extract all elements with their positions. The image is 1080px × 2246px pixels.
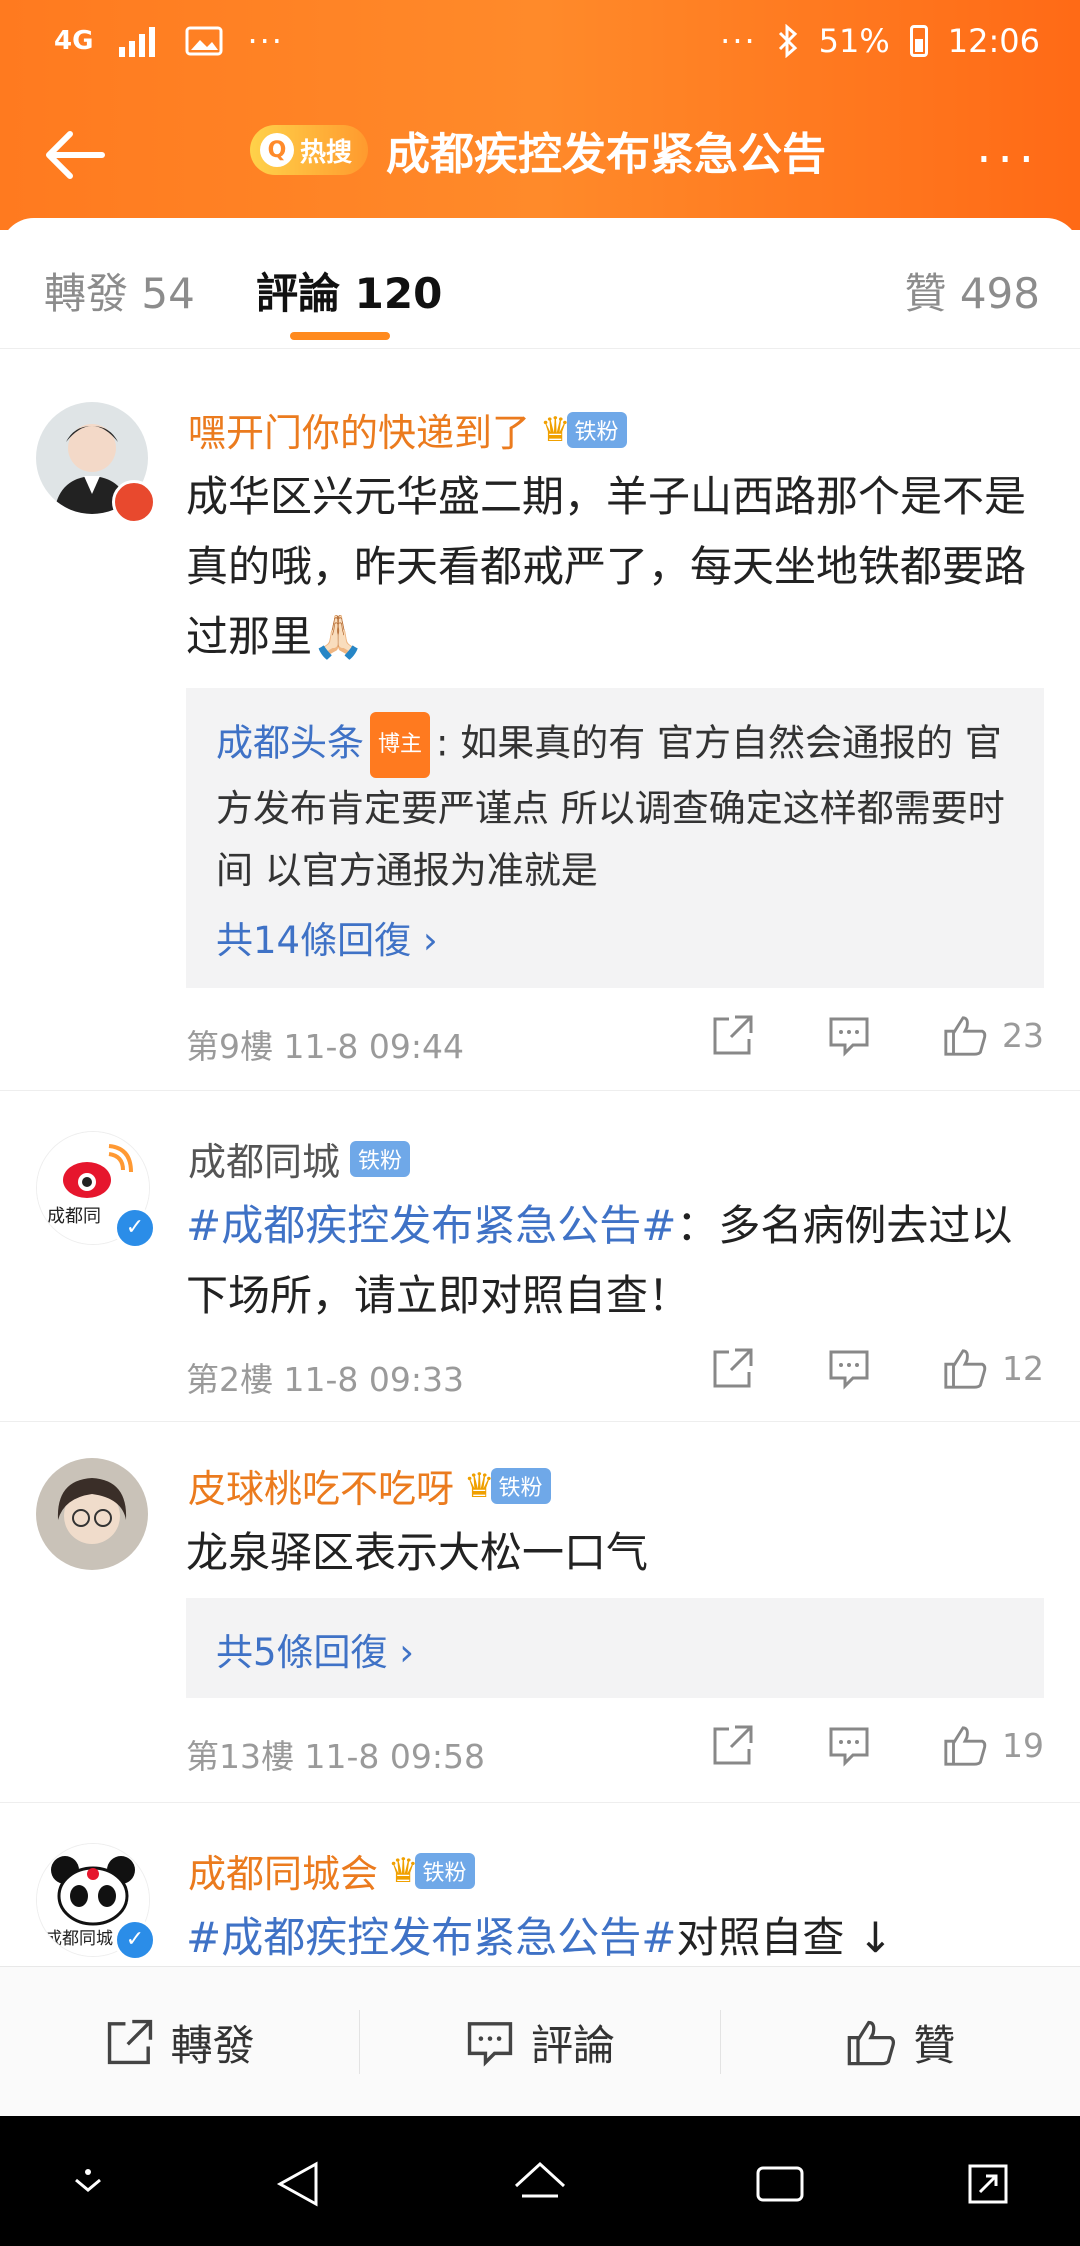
comment-text: #成都疾控发布紧急公告#：多名病例去过以下场所，请立即对照自查！ — [186, 1201, 1013, 1320]
comment-actions: 12 — [640, 1345, 1044, 1391]
share-icon — [107, 2019, 152, 2065]
app-header: 4G ··· ··· 51% 12:06 Q 热搜 成都疾控发布紧急公告 ··· — [0, 0, 1080, 230]
share-icon[interactable] — [710, 1345, 756, 1391]
nav-title-group: Q 热搜 成都疾控发布紧急公告 — [250, 118, 826, 182]
like-button[interactable]: 贊 — [721, 1967, 1080, 2117]
active-tab-indicator — [290, 332, 390, 340]
like-icon[interactable] — [942, 1345, 988, 1391]
battery-percent: 51% — [818, 22, 890, 60]
comment-item: 嘿开门你的快递到了 ♛ 铁粉 成华区兴元华盛二期，羊子山西路那个是不是真的哦，昨… — [0, 350, 1080, 1091]
comment-text: #成都疾控发布紧急公告#对照自查 ↓ — [186, 1913, 893, 1962]
nav-home-icon[interactable] — [512, 2156, 568, 2212]
comment-actions: 23 — [640, 1012, 1044, 1058]
gallery-icon — [185, 26, 223, 56]
avatar-label: 成都同 — [47, 1206, 101, 1227]
hot-search-badge[interactable]: Q 热搜 — [250, 125, 369, 175]
repost-label: 轉發 — [170, 2020, 255, 2070]
comment-list: 嘿开门你的快递到了 ♛ 铁粉 成华区兴元华盛二期，羊子山西路那个是不是真的哦，昨… — [0, 350, 1080, 2003]
nav-recents-icon[interactable] — [752, 2156, 808, 2212]
reply-icon[interactable] — [826, 1345, 872, 1391]
comment-item: 皮球桃吃不吃呀 ♛ 铁粉 龙泉驿区表示大松一口气 共5條回復 › 第13樓 11… — [0, 1422, 1080, 1803]
bluetooth-icon — [778, 24, 797, 58]
username[interactable]: 成都同城 — [188, 1131, 340, 1186]
comment-actions: 19 — [640, 1722, 1044, 1768]
author-badge: 博主 — [370, 712, 431, 778]
share-icon[interactable] — [710, 1722, 756, 1768]
battery-icon — [909, 25, 928, 57]
reply-icon[interactable] — [826, 1012, 872, 1058]
crown-icon: ♛ — [464, 1465, 495, 1506]
bottom-action-bar: 轉發 評論 贊 — [0, 1966, 1080, 2117]
back-arrow-icon — [46, 131, 105, 179]
share-icon[interactable] — [710, 1012, 756, 1058]
verified-icon: ✓ — [114, 1919, 156, 1961]
fan-badge: ♛ 铁粉 — [464, 1465, 551, 1506]
status-dots-right: ··· — [720, 22, 757, 60]
comment-text: 成华区兴元华盛二期，羊子山西路那个是不是真的哦，昨天看都戒严了，每天坐地铁都要路… — [186, 472, 1027, 661]
topic-link[interactable]: #成都疾控发布紧急公告# — [186, 1913, 676, 1962]
vip-badge-icon — [112, 480, 156, 524]
reply-author[interactable]: 成都头条 — [216, 722, 364, 765]
like-label: 贊 — [913, 2020, 956, 2070]
avatar-label: 成都同城 — [45, 1929, 113, 1949]
nav-back-icon[interactable] — [272, 2156, 328, 2212]
username[interactable]: 成都同城会 — [188, 1843, 378, 1898]
like-count: 23 — [1002, 1015, 1044, 1055]
fan-badge: ♛ 铁粉 — [388, 1850, 475, 1891]
reply-icon[interactable] — [826, 1722, 872, 1768]
nav-hide-icon[interactable] — [60, 2156, 116, 2212]
page-title: 成都疾控发布紧急公告 — [386, 129, 827, 180]
crown-icon: ♛ — [540, 409, 571, 450]
comment-label: 評論 — [530, 2020, 615, 2070]
comment-item: 成都同 ✓ 成都同城 铁粉 #成都疾控发布紧急公告#：多名病例去过以下场所，请立… — [0, 1091, 1080, 1422]
comment-button[interactable]: 評論 — [360, 1967, 719, 2117]
repost-button[interactable]: 轉發 — [0, 1967, 359, 2117]
topic-link[interactable]: #成都疾控发布紧急公告# — [186, 1201, 676, 1250]
nav-bar: Q 热搜 成都疾控发布紧急公告 ··· — [0, 100, 1080, 210]
nav-expand-icon[interactable] — [960, 2156, 1016, 2212]
status-more-dots: ··· — [247, 22, 284, 60]
system-nav-bar — [0, 2116, 1080, 2246]
verified-icon: ✓ — [114, 1207, 156, 1249]
like-count: 12 — [1002, 1348, 1044, 1388]
avatar[interactable] — [36, 1458, 148, 1570]
like-icon[interactable] — [942, 1012, 988, 1058]
search-icon: Q — [260, 133, 294, 167]
like-icon — [848, 2020, 896, 2066]
signal-icon — [119, 27, 156, 57]
tab-bar: 轉發 54 評論 120 贊 498 — [0, 218, 1080, 349]
crown-icon: ♛ — [388, 1850, 419, 1891]
like-count: 19 — [1002, 1725, 1044, 1765]
network-type: 4G — [54, 26, 94, 56]
clock: 12:06 — [947, 22, 1040, 60]
username[interactable]: 皮球桃吃不吃呀 — [188, 1458, 454, 1513]
more-replies-link[interactable]: 共5條回復 › — [216, 1622, 414, 1676]
more-menu-button[interactable]: ··· — [976, 132, 1040, 188]
floor-time: 第9樓 11-8 09:44 — [186, 1027, 464, 1066]
reply-text: 成都头条 博主: 如果真的有 官方自然会通报的 官方发布肯定要严谨点 所以调查确定… — [216, 712, 1014, 902]
username[interactable]: 嘿开门你的快递到了 — [188, 402, 530, 457]
more-replies-link[interactable]: 共14條回復 › — [216, 910, 438, 964]
floor-time: 第13樓 11-8 09:58 — [186, 1737, 485, 1776]
tab-comments[interactable]: 評論 120 — [256, 260, 442, 321]
like-icon[interactable] — [942, 1722, 988, 1768]
tab-likes[interactable]: 贊 498 — [904, 260, 1040, 321]
tab-repost[interactable]: 轉發 54 — [44, 260, 195, 321]
comment-text: 龙泉驿区表示大松一口气 — [186, 1528, 649, 1577]
reply-preview[interactable]: 共5條回復 › — [186, 1598, 1044, 1698]
fan-badge: 铁粉 — [350, 1140, 411, 1177]
reply-preview[interactable]: 成都头条 博主: 如果真的有 官方自然会通报的 官方发布肯定要严谨点 所以调查确定… — [186, 688, 1044, 988]
hot-search-label: 热搜 — [300, 137, 353, 168]
status-bar: 4G ··· ··· 51% 12:06 — [0, 0, 1080, 90]
comment-icon — [467, 2022, 513, 2067]
floor-time: 第2樓 11-8 09:33 — [186, 1360, 464, 1399]
back-button[interactable] — [40, 120, 110, 190]
fan-badge: ♛ 铁粉 — [540, 409, 627, 450]
